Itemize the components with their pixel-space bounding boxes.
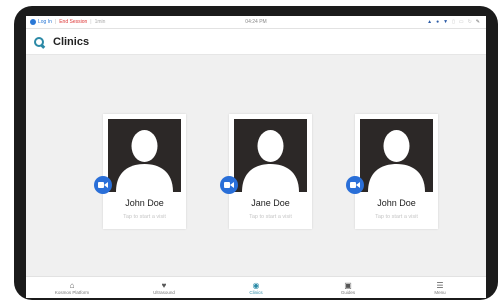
session-timer: 1min (94, 19, 106, 25)
clinic-card[interactable]: Jane Doe Tap to start a visit (220, 114, 312, 229)
person-silhouette-icon (242, 130, 299, 192)
tab-label: Kosmos Platform (54, 289, 90, 295)
app-logo-icon (34, 36, 44, 47)
login-icon[interactable] (30, 19, 36, 25)
app-bar: Clinics (26, 29, 486, 55)
video-camera-icon (98, 180, 108, 190)
tablet-frame: Log In | End Session | 1min 04:24 PM ▲ ●… (14, 6, 498, 300)
clinic-name: John Doe (125, 198, 164, 208)
tab-guides[interactable]: ▣ Guides (302, 277, 394, 298)
bottom-nav: ⌂ Kosmos Platform ♥ Ultrasound ◉ Clinics… (26, 276, 486, 298)
person-silhouette-icon (368, 130, 425, 192)
video-call-button[interactable] (220, 176, 238, 194)
home-icon: ⌂ (69, 280, 75, 290)
lock-icon: ▯ (452, 19, 455, 25)
clinic-card[interactable]: John Doe Tap to start a visit (94, 114, 186, 229)
tab-label: Ultrasound (153, 289, 175, 295)
heart-icon: ♥ (161, 280, 167, 290)
separator: | (54, 19, 57, 25)
clinic-hint: Tap to start a visit (375, 214, 418, 220)
tab-kosmos-platform[interactable]: ⌂ Kosmos Platform (26, 277, 118, 298)
clinic-icon: ◉ (252, 280, 260, 290)
tab-clinics[interactable]: ◉ Clinics (210, 277, 302, 298)
tab-menu[interactable]: ☰ Menu (394, 277, 486, 298)
wifi-icon: ▼ (443, 19, 449, 25)
status-icons: ▲ ● ▼ ▯ ▭ ↻ ✎ (427, 19, 480, 25)
avatar-placeholder (360, 119, 433, 192)
menu-icon: ☰ (436, 280, 444, 290)
battery-icon: ▭ (458, 19, 464, 25)
tab-ultrasound[interactable]: ♥ Ultrasound (118, 277, 210, 298)
clinic-card[interactable]: John Doe Tap to start a visit (346, 114, 438, 229)
clinic-name: Jane Doe (251, 198, 290, 208)
separator: | (90, 19, 92, 25)
person-silhouette-icon (116, 130, 173, 192)
sync-icon: ↻ (467, 19, 472, 25)
video-camera-icon (224, 180, 234, 190)
video-camera-icon (350, 180, 360, 190)
page-title: Clinics (53, 35, 90, 48)
video-call-button[interactable] (94, 176, 112, 194)
login-link[interactable]: Log In (38, 19, 52, 25)
clinic-name: John Doe (377, 198, 416, 208)
video-call-button[interactable] (346, 176, 364, 194)
screen: Log In | End Session | 1min 04:24 PM ▲ ●… (26, 16, 486, 298)
clinic-hint: Tap to start a visit (249, 214, 292, 220)
bluetooth-icon: ▲ (427, 19, 433, 25)
end-session-button[interactable]: End Session (59, 19, 87, 25)
clinic-hint: Tap to start a visit (123, 214, 166, 220)
clinics-content: John Doe Tap to start a visit Jane Doe T… (26, 55, 486, 277)
avatar-placeholder (234, 119, 307, 192)
tab-label: Menu (434, 289, 446, 295)
location-icon: ● (436, 19, 440, 25)
tab-label: Clinics (249, 289, 263, 295)
status-bar: Log In | End Session | 1min 04:24 PM ▲ ●… (26, 16, 486, 29)
tab-label: Guides (340, 289, 356, 295)
settings-icon[interactable]: ✎ (476, 19, 480, 25)
avatar-placeholder (108, 119, 181, 192)
guide-icon: ▣ (344, 280, 352, 290)
clock: 04:24 PM (245, 19, 267, 25)
